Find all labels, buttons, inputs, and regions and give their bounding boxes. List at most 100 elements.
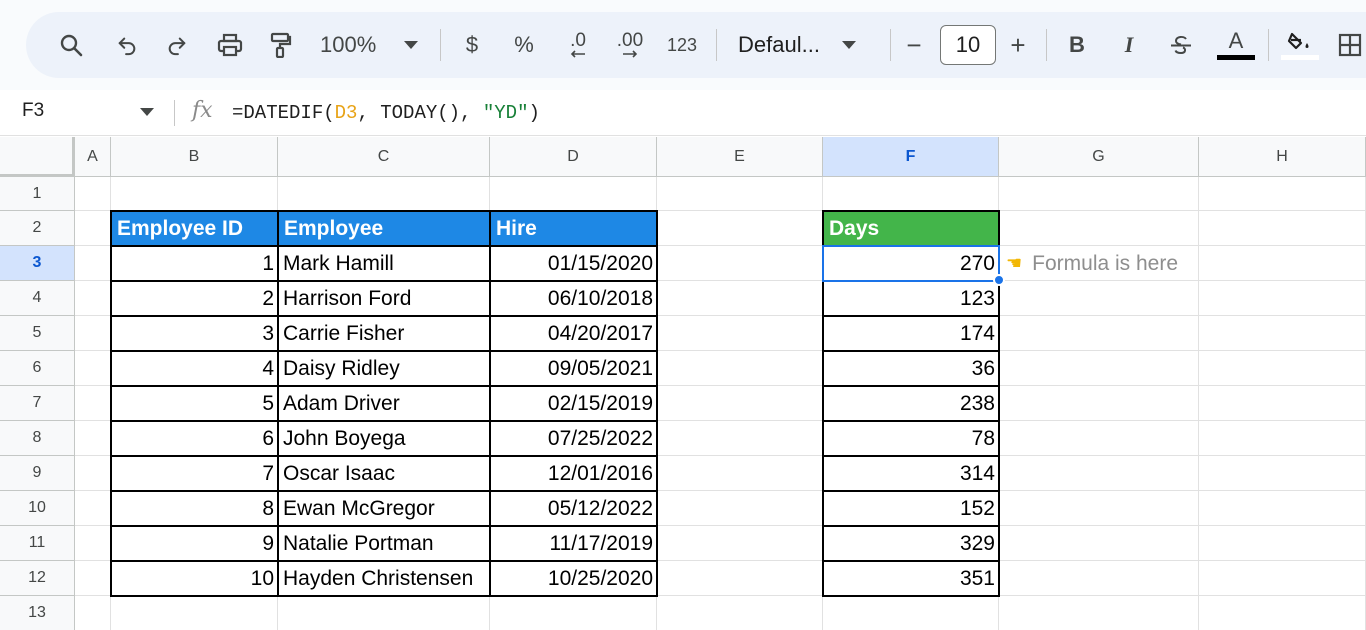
redo-button[interactable] [160,12,194,78]
hire-date-cell[interactable]: 06/10/2018 [490,281,657,316]
employee-id-cell[interactable]: 6 [111,421,278,456]
employee-name-cell[interactable]: Carrie Fisher [278,316,490,351]
row-header-2[interactable]: 2 [0,211,75,246]
print-button[interactable] [212,12,248,78]
fill-handle[interactable] [993,274,1005,286]
days-value-cell[interactable]: 329 [823,526,999,561]
employee-name-cell[interactable]: Oscar Isaac [278,456,490,491]
column-header-b[interactable]: B [111,137,278,177]
employee-name-cell[interactable]: John Boyega [278,421,490,456]
name-box[interactable]: F3 [22,100,44,122]
days-value-cell[interactable]: 314 [823,456,999,491]
italic-button[interactable]: I [1116,12,1142,78]
fill-color-button[interactable] [1280,12,1320,78]
increase-font-size-button[interactable]: + [1004,12,1032,78]
font-select[interactable]: Defaul... [738,12,888,78]
row-header-3[interactable]: 3 [0,246,75,281]
row-header-1[interactable]: 1 [0,177,75,211]
table-header-cell[interactable]: Employee [278,211,490,246]
employee-name-cell[interactable]: Adam Driver [278,386,490,421]
font-size-input[interactable]: 10 [940,25,996,65]
row-header-10[interactable]: 10 [0,491,75,526]
decrease-decimal-button[interactable]: .0 [558,12,598,78]
hire-date-cell[interactable]: 09/05/2021 [490,351,657,386]
format-currency-button[interactable]: $ [458,12,486,78]
hire-date-cell[interactable]: 05/12/2022 [490,491,657,526]
toolbar-area: 100% $ % .0 .00 123 Defaul... − 10 + B I… [0,0,1366,90]
employee-name-cell[interactable]: Hayden Christensen [278,561,490,596]
column-header-c[interactable]: C [278,137,490,177]
column-header-a[interactable]: A [75,137,111,177]
row-header-7[interactable]: 7 [0,386,75,421]
active-cell-selection[interactable] [822,245,1000,282]
select-all-corner[interactable] [0,137,75,177]
formula-annotation: ☚ Formula is here [1006,246,1178,281]
row-header-8[interactable]: 8 [0,421,75,456]
hire-date-cell[interactable]: 02/15/2019 [490,386,657,421]
table-header-cell[interactable]: Hire [490,211,657,246]
hire-date-cell[interactable]: 07/25/2022 [490,421,657,456]
row-header-4[interactable]: 4 [0,281,75,316]
employee-id-cell[interactable]: 5 [111,386,278,421]
formula-string-argument: "YD" [482,102,529,124]
column-header-f[interactable]: F [823,137,999,177]
column-header-d[interactable]: D [490,137,657,177]
chevron-down-icon[interactable] [140,108,154,116]
employee-id-cell[interactable]: 9 [111,526,278,561]
employee-id-cell[interactable]: 4 [111,351,278,386]
paint-format-button[interactable] [264,12,298,78]
column-header-h[interactable]: H [1199,137,1366,177]
row-header-9[interactable]: 9 [0,456,75,491]
employee-id-cell[interactable]: 10 [111,561,278,596]
table-header-cell[interactable]: Employee ID [111,211,278,246]
row-header-6[interactable]: 6 [0,351,75,386]
employee-id-cell[interactable]: 8 [111,491,278,526]
employee-id-cell[interactable]: 3 [111,316,278,351]
days-value-cell[interactable]: 174 [823,316,999,351]
days-value-cell[interactable]: 36 [823,351,999,386]
arrow-right-icon [623,50,638,58]
hire-date-cell[interactable]: 01/15/2020 [490,246,657,281]
employee-name-cell[interactable]: Daisy Ridley [278,351,490,386]
more-formats-button[interactable]: 123 [662,12,702,78]
hire-date-cell[interactable]: 10/25/2020 [490,561,657,596]
hire-date-cell[interactable]: 12/01/2016 [490,456,657,491]
days-value-cell[interactable]: 351 [823,561,999,596]
text-color-button[interactable]: A [1216,12,1256,78]
hire-date-cell[interactable]: 11/17/2019 [490,526,657,561]
search-menus-button[interactable] [54,12,88,78]
undo-button[interactable] [110,12,144,78]
formula-input[interactable]: =DATEDIF(D3, TODAY(), "YD") [232,102,540,124]
bold-button[interactable]: B [1064,12,1090,78]
hire-date-cell[interactable]: 04/20/2017 [490,316,657,351]
employee-id-cell[interactable]: 2 [111,281,278,316]
days-value-cell[interactable]: 123 [823,281,999,316]
strikethrough-button[interactable] [1166,12,1196,78]
employee-name-cell[interactable]: Ewan McGregor [278,491,490,526]
spreadsheet-grid[interactable]: A B C D E F G H 1 2 3 4 5 6 7 8 9 10 11 12 13 Employee ID Empl… [0,137,1366,630]
format-percent-button[interactable]: % [510,12,538,78]
decrease-font-size-button[interactable]: − [900,12,928,78]
days-value-cell[interactable]: 78 [823,421,999,456]
employee-name-cell[interactable]: Harrison Ford [278,281,490,316]
increase-decimal-button[interactable]: .00 [610,12,650,78]
row-header-11[interactable]: 11 [0,526,75,561]
column-header-g[interactable]: G [999,137,1199,177]
employee-name-cell[interactable]: Natalie Portman [278,526,490,561]
annotation-text: Formula is here [1032,251,1179,275]
paint-roller-icon [270,32,292,58]
days-value-cell[interactable]: 152 [823,491,999,526]
employee-id-cell[interactable]: 1 [111,246,278,281]
redo-icon [168,37,186,56]
formula-bar-divider [174,100,175,126]
row-header-13[interactable]: 13 [0,596,75,630]
days-value-cell[interactable]: 238 [823,386,999,421]
days-header-cell[interactable]: Days [823,211,999,246]
borders-button[interactable] [1338,12,1366,78]
column-header-e[interactable]: E [657,137,823,177]
row-header-5[interactable]: 5 [0,316,75,351]
row-header-12[interactable]: 12 [0,561,75,596]
zoom-select[interactable]: 100% [320,12,430,78]
employee-name-cell[interactable]: Mark Hamill [278,246,490,281]
employee-id-cell[interactable]: 7 [111,456,278,491]
